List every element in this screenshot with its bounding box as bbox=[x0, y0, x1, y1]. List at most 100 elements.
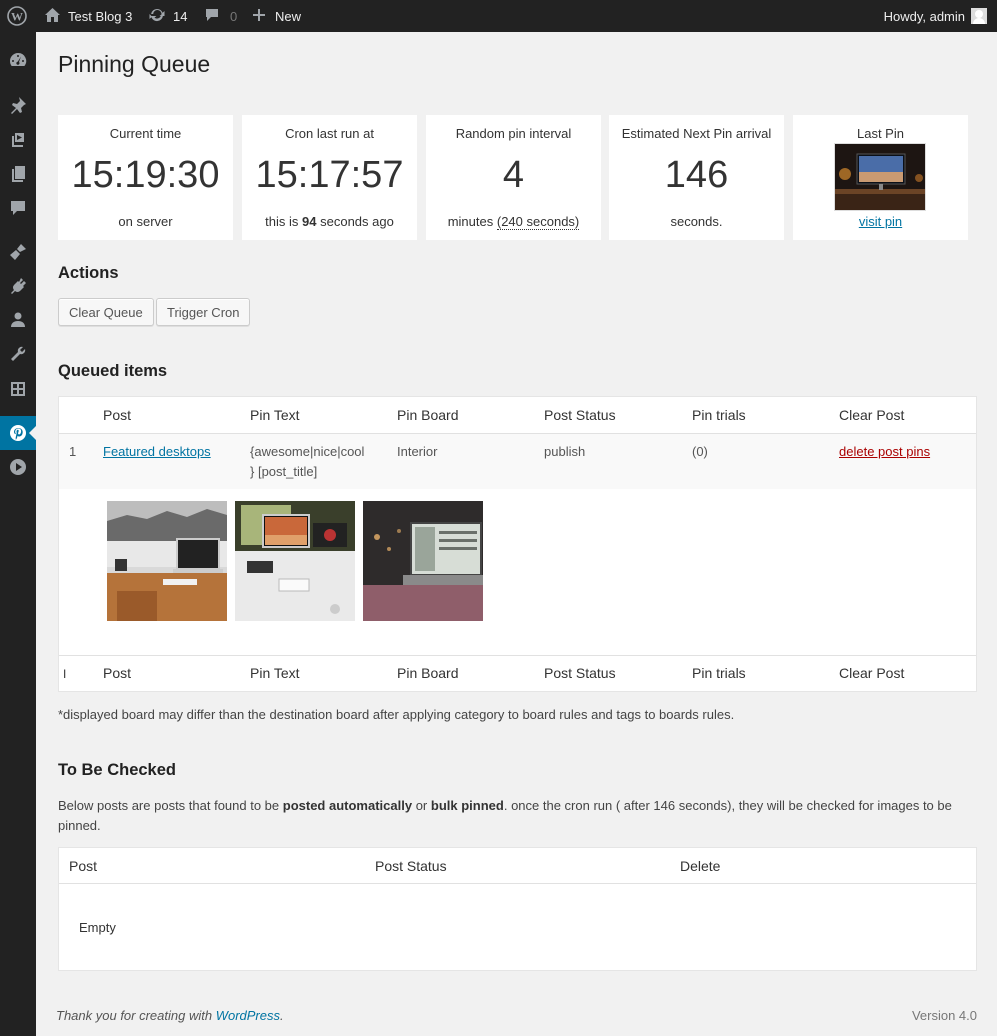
updates-icon bbox=[148, 7, 166, 26]
stat-value: 15:17:57 bbox=[255, 154, 404, 196]
stat-note: this is 94 seconds ago bbox=[242, 214, 417, 229]
settings-icon[interactable] bbox=[0, 372, 36, 406]
visit-pin-wrapper: visit pin bbox=[793, 214, 968, 229]
empty-message: Empty bbox=[79, 920, 116, 935]
pages-icon[interactable] bbox=[0, 157, 36, 191]
site-name: Test Blog 3 bbox=[68, 8, 133, 24]
clear-queue-button[interactable]: Clear Queue bbox=[58, 298, 154, 326]
pin-image-thumbnail[interactable] bbox=[107, 501, 227, 621]
col-post-status: Post Status bbox=[375, 858, 447, 874]
to-be-checked-description: Below posts are posts that found to be p… bbox=[58, 796, 977, 836]
col-pin-board: Pin Board bbox=[397, 407, 459, 423]
appearance-icon[interactable] bbox=[0, 235, 36, 269]
note-prefix: minutes bbox=[447, 214, 494, 229]
pin-text-line-1: {awesome|nice|cool bbox=[250, 444, 365, 459]
note-suffix: seconds ago bbox=[320, 214, 394, 229]
svg-text:W: W bbox=[11, 10, 23, 24]
post-link[interactable]: Featured desktops bbox=[103, 442, 211, 462]
stat-value: 146 bbox=[664, 154, 729, 196]
media-icon[interactable] bbox=[0, 123, 36, 157]
col-post: Post bbox=[69, 858, 98, 874]
comments-icon[interactable] bbox=[0, 191, 36, 225]
admin-menu bbox=[0, 32, 36, 1036]
col-post: Post bbox=[103, 665, 132, 681]
stat-label: Last Pin bbox=[857, 126, 904, 141]
footer-period: . bbox=[280, 1008, 284, 1023]
note-prefix: this is bbox=[265, 214, 299, 229]
stat-label: Current time bbox=[109, 126, 182, 141]
col-delete: Delete bbox=[680, 858, 721, 874]
col-post-status: Post Status bbox=[544, 407, 616, 423]
col-post: Post bbox=[103, 407, 132, 423]
plus-icon bbox=[252, 8, 266, 25]
col-pin-trials: Pin trials bbox=[692, 407, 746, 423]
wordpress-link[interactable]: WordPress bbox=[216, 1008, 280, 1023]
stat-label: Random pin interval bbox=[455, 126, 572, 141]
pin-icon[interactable] bbox=[0, 88, 36, 122]
new-content-link[interactable]: New bbox=[252, 0, 301, 32]
queue-table-footer: I Post Pin Text Pin Board Post Status Pi… bbox=[59, 655, 976, 691]
col-clear-post: Clear Post bbox=[839, 407, 905, 423]
footer-thanks: Thank you for creating with WordPress. bbox=[56, 1008, 284, 1023]
howdy-text: Howdy, admin bbox=[883, 8, 965, 24]
updates-link[interactable]: 14 bbox=[148, 0, 187, 32]
footer-version: Version 4.0 bbox=[911, 1008, 977, 1023]
board-footnote: *displayed board may differ than the des… bbox=[58, 707, 735, 722]
thanks-text: Thank you for creating with bbox=[56, 1008, 213, 1023]
dashboard-icon[interactable] bbox=[0, 43, 36, 77]
pin-text-line-2: } [post_title] bbox=[250, 464, 318, 479]
tools-icon[interactable] bbox=[0, 337, 36, 371]
row-number: 1 bbox=[69, 444, 77, 459]
col-pin-board: Pin Board bbox=[397, 665, 459, 681]
pin-interval-box: Random pin interval 4 minutes (240 secon… bbox=[426, 115, 601, 240]
stat-value: 4 bbox=[502, 154, 525, 196]
my-account-link[interactable]: Howdy, admin bbox=[884, 0, 987, 32]
desc-part: Below posts are posts that found to be bbox=[58, 798, 280, 813]
stat-note: on server bbox=[118, 214, 173, 229]
wordpress-logo-icon[interactable]: W bbox=[7, 0, 27, 32]
stat-note: seconds. bbox=[670, 214, 723, 229]
col-pin-text: Pin Text bbox=[250, 665, 300, 681]
col-pin-text: Pin Text bbox=[250, 407, 300, 423]
queued-items-heading: Queued items bbox=[58, 362, 168, 380]
post-status-value: publish bbox=[544, 444, 586, 459]
to-be-checked-heading: To Be Checked bbox=[58, 761, 176, 779]
updates-count: 14 bbox=[173, 8, 188, 24]
delete-post-pins-link[interactable]: delete post pins bbox=[839, 442, 930, 462]
note-seconds: 94 bbox=[302, 214, 317, 229]
stat-note: minutes (240 seconds) bbox=[426, 214, 601, 230]
desc-bold: posted automatically bbox=[282, 798, 413, 813]
queue-table-header: Post Pin Text Pin Board Post Status Pin … bbox=[59, 397, 976, 434]
footer-marker: I bbox=[63, 667, 67, 681]
pin-image-thumbnail[interactable] bbox=[235, 501, 355, 621]
trigger-cron-button[interactable]: Trigger Cron bbox=[156, 298, 251, 326]
stat-label: Cron last run at bbox=[285, 126, 374, 141]
comment-icon bbox=[204, 7, 220, 26]
next-pin-box: Estimated Next Pin arrival 146 seconds. bbox=[609, 115, 784, 240]
cron-last-run-box: Cron last run at 15:17:57 this is 94 sec… bbox=[242, 115, 417, 240]
plugins-icon[interactable] bbox=[0, 269, 36, 303]
col-clear-post: Clear Post bbox=[839, 665, 905, 681]
actions-heading: Actions bbox=[58, 264, 119, 282]
avatar bbox=[971, 8, 987, 24]
admin-bar: W Test Blog 3 14 0 New Howdy, admin bbox=[0, 0, 997, 32]
col-post-status: Post Status bbox=[544, 665, 616, 681]
users-icon[interactable] bbox=[0, 303, 36, 337]
pinterest-icon[interactable] bbox=[0, 416, 36, 450]
page-title: Pinning Queue bbox=[58, 51, 211, 77]
col-pin-trials: Pin trials bbox=[692, 665, 746, 681]
pin-trials-value: (0) bbox=[692, 444, 708, 459]
stat-value: 15:19:30 bbox=[71, 154, 220, 196]
last-pin-thumbnail[interactable] bbox=[834, 143, 926, 211]
table-row: 1 Featured desktops {awesome|nice|cool }… bbox=[59, 434, 976, 489]
visit-pin-link[interactable]: visit pin bbox=[859, 214, 902, 229]
play-icon[interactable] bbox=[0, 450, 36, 484]
interval-seconds-abbr: (240 seconds) bbox=[496, 214, 580, 230]
desc-bold: bulk pinned bbox=[430, 798, 504, 813]
site-name-link[interactable]: Test Blog 3 bbox=[44, 0, 132, 32]
stat-label: Estimated Next Pin arrival bbox=[621, 126, 772, 141]
comments-link[interactable]: 0 bbox=[204, 0, 237, 32]
desc-part: or bbox=[415, 798, 428, 813]
pin-image-thumbnail[interactable] bbox=[363, 501, 483, 621]
pin-board-value: Interior bbox=[397, 444, 438, 459]
